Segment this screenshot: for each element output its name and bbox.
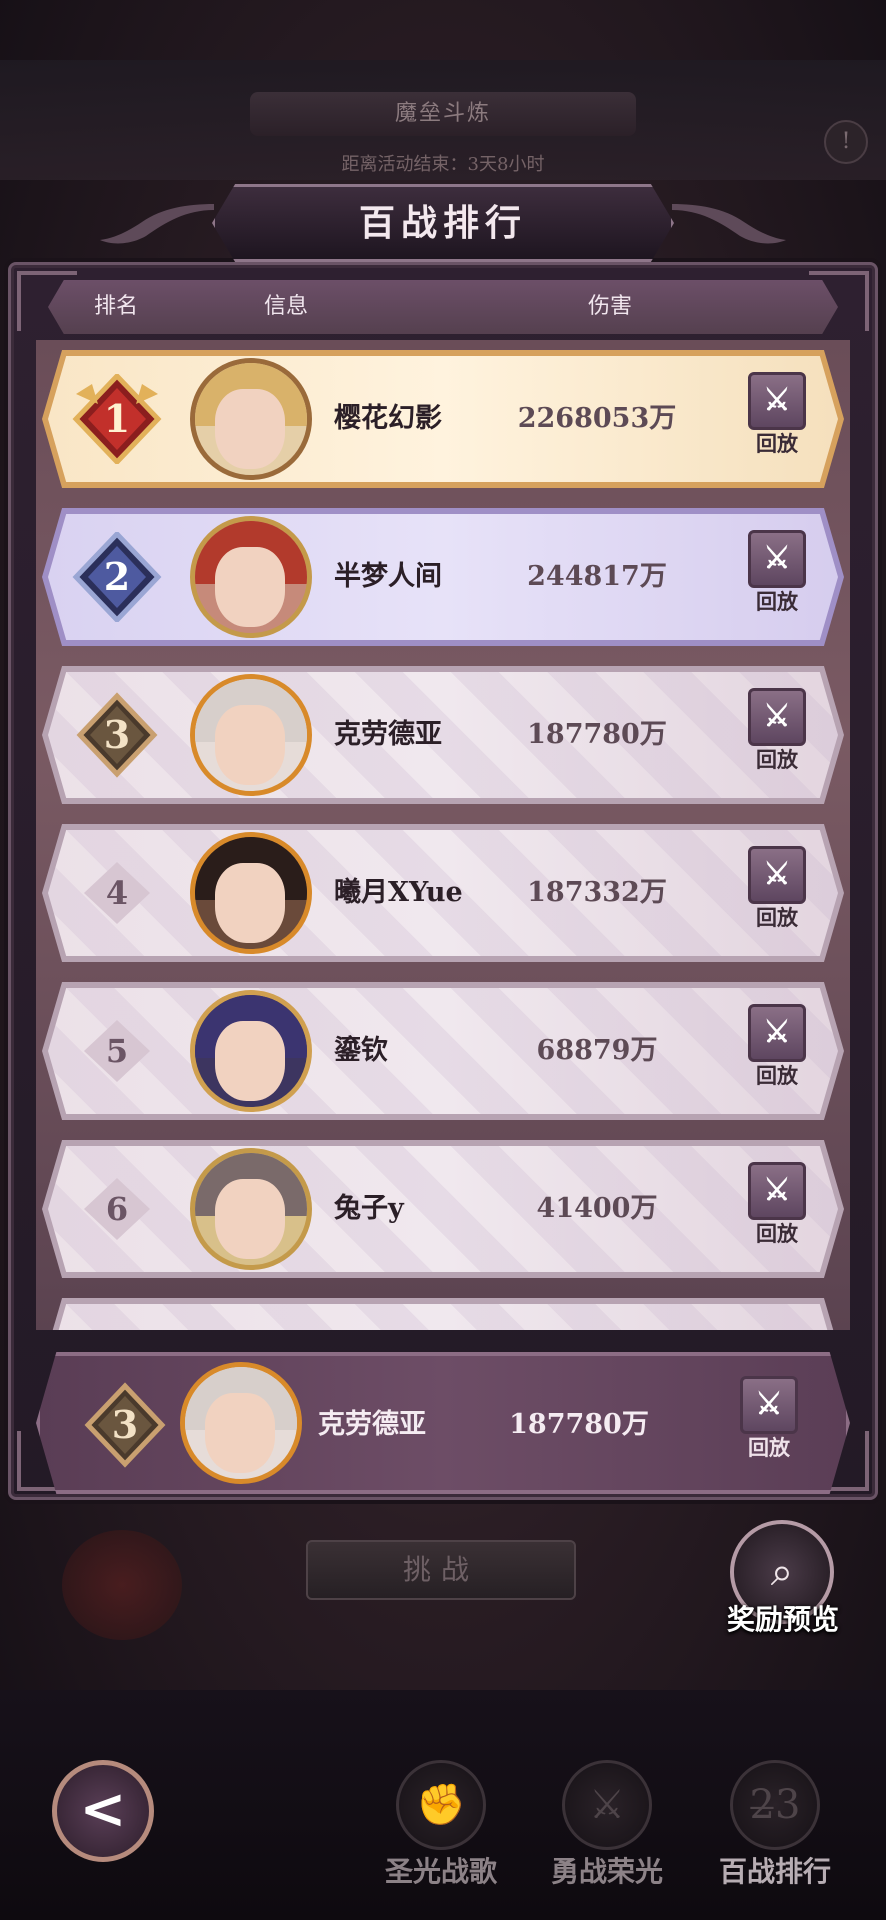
event-timer: 距离活动结束：3天8小时	[341, 154, 545, 175]
back-arrow-icon: <	[79, 1776, 127, 1842]
player-name: 半梦人间	[334, 561, 442, 592]
player-damage: 68879万	[536, 1035, 658, 1066]
replay-scroll-icon: ⚔	[748, 372, 806, 430]
replay-label: 回放	[756, 1063, 798, 1088]
rank-number: 5	[105, 1032, 129, 1070]
replay-label: 回放	[748, 1435, 790, 1460]
title-wing-ornament-right	[672, 204, 786, 244]
ranking-row[interactable]: 1 樱花幻影 2268053万 ⚔ 回放	[42, 350, 844, 488]
avatar-face	[215, 389, 285, 469]
replay-button[interactable]: ⚔ 回放	[742, 846, 812, 942]
row-background	[48, 1304, 838, 1330]
nav-tab-valor[interactable]: ⚔ 勇战荣光	[532, 1750, 682, 1900]
sword-emblem-icon: ⚔	[562, 1760, 652, 1850]
gift-search-icon: ⌕	[770, 1549, 794, 1595]
replay-scroll-icon: ⚔	[748, 1162, 806, 1220]
replay-label: 回放	[756, 589, 798, 614]
rank-number: 6	[105, 1190, 129, 1228]
rank-number: 1	[103, 396, 131, 441]
player-avatar[interactable]	[190, 358, 312, 480]
replay-label: 回放	[756, 747, 798, 772]
game-screen: 魔垒斗炼 距离活动结束：3天8小时 ! 百战排行 排名 信息 伤害 1 樱花幻影…	[0, 0, 886, 1920]
player-avatar[interactable]	[190, 990, 312, 1112]
player-name: 克劳德亚	[334, 719, 442, 750]
player-damage: 2268053万	[517, 403, 677, 434]
avatar-face	[215, 1021, 285, 1101]
back-button[interactable]: <	[52, 1760, 154, 1862]
rank-number: 3	[111, 1402, 139, 1447]
player-avatar[interactable]	[190, 674, 312, 796]
avatar-face	[215, 1179, 285, 1259]
panel-title: 百战排行	[358, 202, 527, 244]
replay-label: 回放	[756, 905, 798, 930]
player-avatar[interactable]	[190, 516, 312, 638]
replay-scroll-icon: ⚔	[748, 688, 806, 746]
nav-tab-label: 圣光战歌	[384, 1855, 497, 1888]
player-name: 鎏钦	[334, 1035, 388, 1066]
replay-scroll-icon: ⚔	[740, 1376, 798, 1434]
column-header-bar: 排名 信息 伤害	[48, 280, 838, 334]
replay-label: 回放	[756, 1221, 798, 1246]
ranking-row[interactable]: 3 克劳德亚 187780万 ⚔ 回放	[42, 666, 844, 804]
avatar-face	[215, 705, 285, 785]
ranking-row[interactable]: 5 鎏钦 68879万 ⚔ 回放	[42, 982, 844, 1120]
player-damage: 187780万	[527, 719, 667, 750]
rank-number: 4	[105, 874, 129, 912]
rank-number: 3	[103, 712, 131, 757]
replay-label: 回放	[756, 431, 798, 456]
player-name: 兔子y	[334, 1193, 404, 1224]
player-name: 樱花幻影	[334, 403, 442, 434]
player-avatar[interactable]	[190, 1148, 312, 1270]
replay-button[interactable]: ⚔ 回放	[742, 688, 812, 784]
replay-scroll-icon: ⚔	[748, 1004, 806, 1062]
reward-preview-label[interactable]: 奖励预览	[700, 1598, 866, 1638]
player-damage: 187332万	[527, 877, 667, 908]
column-header-damage: 伤害	[588, 294, 633, 319]
ranking-row[interactable]: 2 半梦人间 244817万 ⚔ 回放	[42, 508, 844, 646]
replay-scroll-icon: ⚔	[748, 846, 806, 904]
ranking-row[interactable]: 6 兔子y 41400万 ⚔ 回放	[42, 1140, 844, 1278]
ranking-row[interactable]: 4 曦月XYue 187332万 ⚔ 回放	[42, 824, 844, 962]
title-wing-ornament-left	[100, 204, 214, 244]
avatar-face	[205, 1393, 275, 1473]
nav-tab-hundred-battles[interactable]: 2̶3 百战排行	[700, 1750, 850, 1900]
replay-button[interactable]: ⚔ 回放	[742, 372, 812, 468]
my-rank-row[interactable]: 3 克劳德亚 187780万 ⚔ 回放	[36, 1352, 850, 1494]
nav-tab-label: 百战排行	[718, 1855, 831, 1888]
player-damage: 187780万	[509, 1409, 649, 1440]
info-icon: !	[824, 120, 868, 164]
replay-button[interactable]: ⚔ 回放	[734, 1376, 804, 1472]
replay-button[interactable]: ⚔ 回放	[742, 1162, 812, 1258]
nav-tab-label: 勇战荣光	[550, 1855, 663, 1888]
avatar-face	[215, 863, 285, 943]
player-name: 曦月XYue	[334, 877, 463, 908]
column-header-rank: 排名	[94, 294, 139, 319]
nav-tab-holy-light[interactable]: ✊ 圣光战歌	[366, 1750, 516, 1900]
challenge-button: 挑战	[306, 1540, 576, 1600]
replay-button[interactable]: ⚔ 回放	[742, 1004, 812, 1100]
column-header-info: 信息	[264, 294, 309, 319]
ranking-row-partial[interactable]	[42, 1298, 844, 1330]
event-title: 魔垒斗炼	[250, 92, 636, 136]
player-avatar[interactable]	[190, 832, 312, 954]
replay-scroll-icon: ⚔	[748, 530, 806, 588]
ranking-list[interactable]: 1 樱花幻影 2268053万 ⚔ 回放 2 半梦人间 244817万 ⚔ 回放…	[36, 340, 850, 1330]
fist-emblem-icon: ✊	[396, 1760, 486, 1850]
player-damage: 244817万	[527, 561, 667, 592]
replay-button[interactable]: ⚔ 回放	[742, 530, 812, 626]
player-avatar[interactable]	[180, 1362, 302, 1484]
rank-number: 2	[103, 554, 131, 599]
skull-emblem-icon: 2̶3	[730, 1760, 820, 1850]
avatar-face	[215, 547, 285, 627]
background-emblem	[62, 1530, 182, 1640]
player-name: 克劳德亚	[318, 1409, 426, 1440]
player-damage: 41400万	[536, 1193, 658, 1224]
